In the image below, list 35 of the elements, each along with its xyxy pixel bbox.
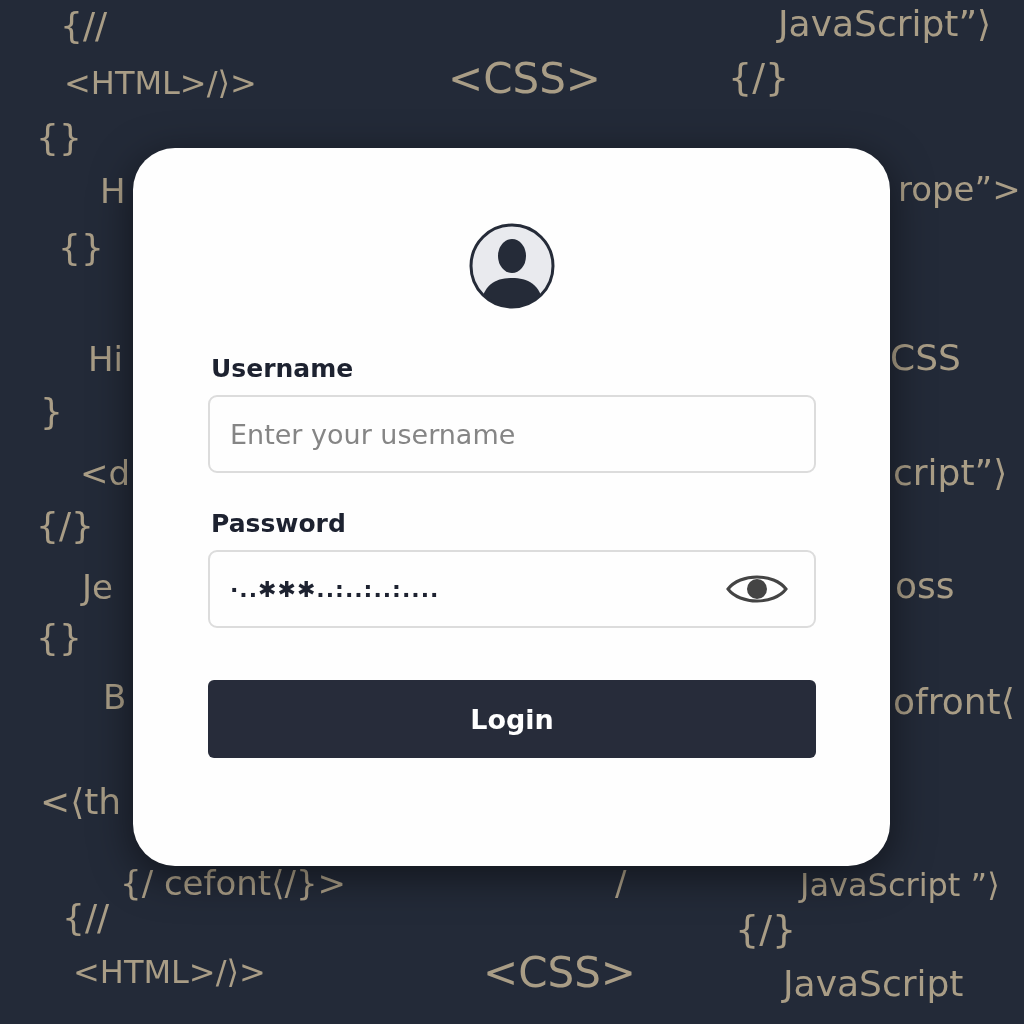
code-text: {/ cefont⟨/}> — [120, 866, 346, 900]
code-text: {} — [58, 230, 104, 266]
code-text: CSS — [890, 340, 961, 376]
code-text: JavaScript ”⟩ — [800, 869, 1000, 901]
code-text: {/} — [735, 910, 797, 948]
code-text: {/} — [36, 508, 94, 544]
code-text: } — [40, 394, 63, 430]
code-text: <HTML>/⟩> — [64, 67, 257, 99]
username-label: Username — [211, 354, 354, 383]
password-label: Password — [211, 509, 346, 538]
code-text: Je — [82, 570, 113, 604]
code-text: / — [615, 866, 627, 900]
code-text: <d — [80, 456, 131, 490]
code-text: {// — [60, 8, 108, 44]
code-text: <CSS> — [448, 58, 602, 100]
username-field[interactable]: Enter your username — [208, 395, 816, 473]
code-text: {} — [36, 620, 82, 656]
code-text: <⟨th — [40, 784, 122, 820]
code-text: <CSS> — [483, 952, 637, 994]
code-text: oss — [895, 568, 955, 604]
code-text: JavaScript”⟩ — [778, 6, 992, 42]
password-field[interactable]: ·..✱✱✱..:..:..:.... — [208, 550, 816, 628]
code-text: B — [103, 680, 127, 714]
user-avatar-icon — [468, 222, 556, 310]
code-text: ofront⟨ — [893, 684, 1015, 720]
login-button[interactable]: Login — [208, 680, 816, 758]
code-text: Hi — [88, 342, 123, 376]
code-text: <HTML>/⟩> — [73, 956, 266, 988]
code-text: {// — [62, 900, 110, 936]
code-text: H — [100, 174, 126, 208]
code-text: {/} — [728, 58, 790, 96]
code-text: JavaScript — [783, 966, 964, 1002]
code-text: {} — [36, 120, 82, 156]
code-text: rope”> — [898, 172, 1021, 206]
code-text: cript”⟩ — [893, 455, 1008, 491]
